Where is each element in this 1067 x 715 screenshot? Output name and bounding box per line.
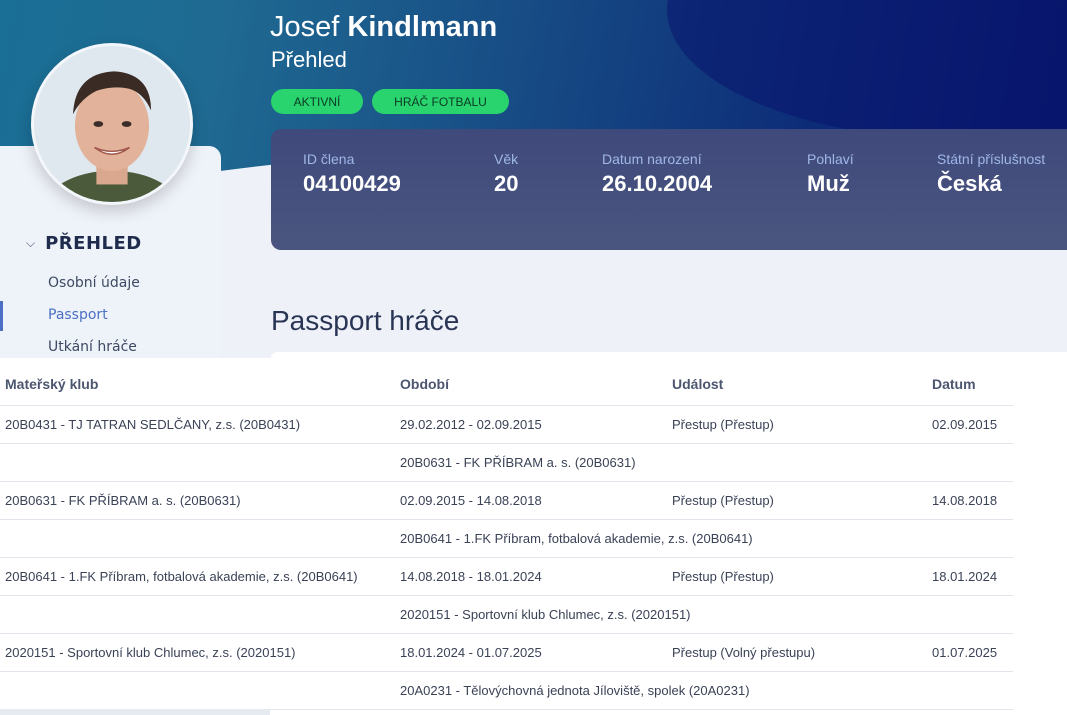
passport-table: Mateřský klub Období Událost Datum 20B04… — [0, 364, 1013, 710]
chevron-down-icon: ⌵ — [26, 236, 36, 250]
info-label: Věk — [494, 151, 519, 167]
info-value: 26.10.2004 — [602, 171, 713, 196]
cell-period: 29.02.2012 - 02.09.2015 — [395, 405, 667, 444]
first-name: Josef — [270, 11, 340, 43]
status-badge-active: AKTIVNÍ — [271, 89, 363, 114]
info-label: Pohlaví — [807, 151, 854, 167]
info-value: Muž — [807, 171, 850, 196]
cell-date: 01.07.2025 — [927, 633, 1013, 672]
header-wave-dark — [667, 0, 1067, 140]
cell-date: 02.09.2015 — [927, 405, 1013, 444]
table-row: 20B0431 - TJ TATRAN SEDLČANY, z.s. (20B0… — [0, 405, 1013, 444]
nav-section-label: PŘEHLED — [45, 233, 142, 254]
column-header-date[interactable]: Datum — [927, 364, 1013, 406]
horizontal-scrollbar[interactable] — [0, 709, 270, 715]
cell-club — [0, 671, 395, 710]
active-nav-marker — [0, 301, 3, 331]
cell-club — [0, 443, 395, 482]
cell-club: 20B0431 - TJ TATRAN SEDLČANY, z.s. (20B0… — [0, 405, 395, 444]
table-row: 20B0641 - 1.FK Příbram, fotbalová akadem… — [0, 557, 1013, 596]
info-label: Státní příslušnost — [937, 151, 1046, 167]
info-value: 20 — [494, 171, 519, 196]
player-photo — [34, 46, 190, 202]
cell-date: 18.01.2024 — [927, 557, 1013, 596]
info-birth-date: Datum narození 26.10.2004 — [602, 151, 712, 197]
info-age: Věk 20 — [494, 151, 518, 197]
info-label: ID člena — [303, 151, 355, 167]
avatar — [31, 43, 193, 205]
info-value: Česká — [937, 171, 1002, 196]
column-header-period[interactable]: Období — [395, 364, 667, 406]
cell-destination-club: 20A0231 - Tělovýchovná jednota Jíloviště… — [395, 671, 1013, 710]
cell-event: Přestup (Přestup) — [667, 481, 927, 520]
cell-period: 14.08.2018 - 18.01.2024 — [395, 557, 667, 596]
status-badge-role: HRÁČ FOTBALU — [372, 89, 509, 114]
cell-club — [0, 519, 395, 558]
cell-period: 18.01.2024 - 01.07.2025 — [395, 633, 667, 672]
cell-event: Přestup (Volný přestupu) — [667, 633, 927, 672]
passport-table-card: Mateřský klub Období Událost Datum 20B04… — [0, 358, 1067, 715]
table-row: 20B0631 - FK PŘÍBRAM a. s. (20B0631) 02.… — [0, 481, 1013, 520]
page-subtitle: Přehled — [271, 47, 347, 72]
column-header-event[interactable]: Událost — [667, 364, 927, 406]
column-header-club[interactable]: Mateřský klub — [0, 364, 395, 406]
nav-section-overview[interactable]: ⌵ PŘEHLED — [26, 233, 142, 254]
info-value: 04100429 — [303, 171, 401, 196]
sidebar-item-matches[interactable]: Utkání hráče — [48, 339, 137, 355]
player-name: Josef Kindlmann — [270, 11, 497, 44]
table-row: 20A0231 - Tělovýchovná jednota Jíloviště… — [0, 671, 1013, 710]
cell-event: Přestup (Přestup) — [667, 557, 927, 596]
table-row: 2020151 - Sportovní klub Chlumec, z.s. (… — [0, 595, 1013, 634]
cell-destination-club: 20B0631 - FK PŘÍBRAM a. s. (20B0631) — [395, 443, 1013, 482]
cell-club — [0, 595, 395, 634]
sidebar-item-personal[interactable]: Osobní údaje — [48, 275, 140, 291]
cell-club: 20B0631 - FK PŘÍBRAM a. s. (20B0631) — [0, 481, 395, 520]
table-header-row: Mateřský klub Období Událost Datum — [0, 364, 1013, 406]
cell-event: Přestup (Přestup) — [667, 405, 927, 444]
cell-club: 20B0641 - 1.FK Příbram, fotbalová akadem… — [0, 557, 395, 596]
cell-date: 14.08.2018 — [927, 481, 1013, 520]
cell-period: 02.09.2015 - 14.08.2018 — [395, 481, 667, 520]
member-info-card: ID člena 04100429 Věk 20 Datum narození … — [271, 129, 1067, 250]
cell-destination-club: 20B0641 - 1.FK Příbram, fotbalová akadem… — [395, 519, 1013, 558]
table-row: 2020151 - Sportovní klub Chlumec, z.s. (… — [0, 633, 1013, 672]
cell-club: 2020151 - Sportovní klub Chlumec, z.s. (… — [0, 633, 395, 672]
info-gender: Pohlaví Muž — [807, 151, 854, 197]
table-row: 20B0641 - 1.FK Příbram, fotbalová akadem… — [0, 519, 1013, 558]
info-label: Datum narození — [602, 151, 702, 167]
info-nationality: Státní příslušnost Česká — [937, 151, 1045, 197]
table-row: 20B0631 - FK PŘÍBRAM a. s. (20B0631) — [0, 443, 1013, 482]
cell-destination-club: 2020151 - Sportovní klub Chlumec, z.s. (… — [395, 595, 1013, 634]
last-name: Kindlmann — [347, 11, 498, 43]
sidebar-item-passport[interactable]: Passport — [48, 307, 108, 323]
info-member-id: ID člena 04100429 — [303, 151, 401, 197]
page-title: Passport hráče — [271, 305, 460, 336]
